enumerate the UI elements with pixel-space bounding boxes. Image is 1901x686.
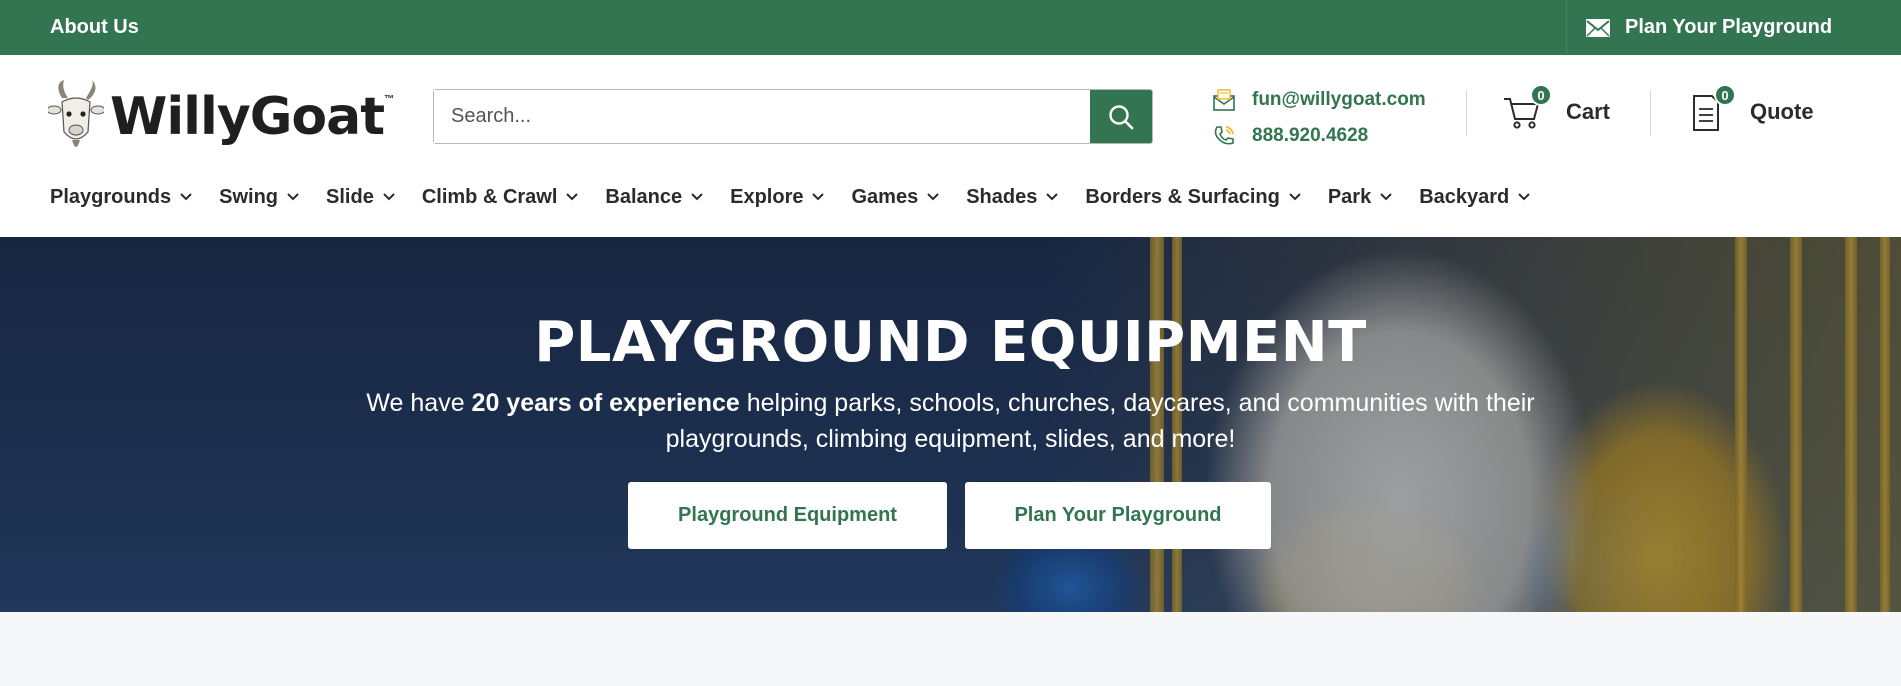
chevron-down-icon: [1518, 193, 1530, 201]
plan-your-playground-link[interactable]: Plan Your Playground: [1566, 0, 1901, 55]
email-contact[interactable]: fun@willygoat.com: [1212, 82, 1426, 118]
logo-trademark: ™: [384, 93, 395, 105]
header-divider: [1650, 90, 1651, 136]
chevron-down-icon: [927, 193, 939, 201]
plan-your-playground-button[interactable]: Plan Your Playground: [965, 482, 1271, 549]
chevron-down-icon: [287, 193, 299, 201]
nav-item-label: Playgrounds: [50, 185, 172, 208]
nav-item-label: Park: [1327, 185, 1372, 208]
phone-icon: [1214, 126, 1234, 145]
goat-mascot-icon: [48, 80, 104, 147]
hero-title: PLAYGROUND EQUIPMENT: [534, 310, 1367, 375]
nav-item-park[interactable]: Park: [1328, 184, 1392, 210]
search-button[interactable]: [1090, 90, 1152, 143]
quote-label: Quote: [1750, 99, 1814, 124]
hero-banner: PLAYGROUND EQUIPMENT We have 20 years of…: [0, 237, 1901, 612]
nav-item-label: Slide: [326, 185, 374, 208]
about-us-link[interactable]: About Us: [50, 16, 139, 39]
quote-icon-wrap: 0: [1686, 84, 1736, 132]
nav-item-label: Explore: [730, 185, 804, 208]
nav-item-climb-crawl[interactable]: Climb & Crawl: [422, 184, 579, 210]
chevron-down-icon: [1046, 193, 1059, 201]
phone-number: 888.920.4628: [1252, 125, 1369, 146]
hero-description: We have 20 years of experience helping p…: [360, 385, 1541, 457]
content-area: [0, 612, 1901, 686]
hero-text-pre: We have: [366, 389, 472, 417]
chevron-down-icon: [1380, 193, 1392, 201]
quote-count-badge: 0: [1714, 84, 1736, 106]
nav-item-label: Shades: [966, 185, 1038, 208]
chevron-down-icon: [383, 193, 395, 201]
hero-text-bold: 20 years of experience: [471, 389, 740, 417]
search-bar: [433, 89, 1153, 144]
chevron-down-icon: [180, 193, 192, 201]
willygoat-logo[interactable]: WillyGoat ™: [48, 80, 394, 154]
nav-item-explore[interactable]: Explore: [730, 184, 825, 210]
nav-item-label: Balance: [605, 185, 683, 208]
phone-contact[interactable]: 888.920.4628: [1212, 118, 1426, 154]
chevron-down-icon: [566, 193, 579, 201]
main-nav: Playgrounds Swing Slide Climb & Crawl Ba…: [50, 184, 1557, 210]
chevron-down-icon: [691, 193, 703, 201]
cart-icon-wrap: 0: [1502, 84, 1552, 132]
nav-item-playgrounds[interactable]: Playgrounds: [50, 184, 192, 210]
email-address: fun@willygoat.com: [1252, 89, 1426, 110]
nav-item-balance[interactable]: Balance: [605, 184, 703, 210]
chevron-down-icon: [1289, 193, 1301, 201]
nav-item-label: Backyard: [1419, 185, 1510, 208]
nav-item-shades[interactable]: Shades: [966, 184, 1059, 210]
mail-icon: [1586, 18, 1610, 37]
nav-item-slide[interactable]: Slide: [326, 184, 395, 210]
logo-wordmark: WillyGoat: [110, 87, 385, 147]
nav-item-label: Borders & Surfacing: [1085, 185, 1280, 208]
playground-equipment-button[interactable]: Playground Equipment: [628, 482, 947, 549]
chevron-down-icon: [812, 193, 825, 201]
nav-item-label: Swing: [219, 185, 279, 208]
nav-item-backyard[interactable]: Backyard: [1419, 184, 1530, 210]
plan-your-playground-label: Plan Your Playground: [1625, 16, 1833, 38]
nav-item-borders-surfacing[interactable]: Borders & Surfacing: [1085, 184, 1301, 210]
hero-text-post: helping parks, schools, churches, daycar…: [665, 389, 1535, 453]
top-bar: About Us Plan Your Playground: [0, 0, 1901, 55]
nav-item-games[interactable]: Games: [851, 184, 939, 210]
search-icon: [1109, 104, 1134, 129]
nav-item-swing[interactable]: Swing: [219, 184, 299, 210]
quote-button[interactable]: 0 Quote: [1686, 84, 1814, 132]
nav-item-label: Games: [851, 185, 919, 208]
cart-button[interactable]: 0 Cart: [1502, 84, 1611, 132]
nav-item-label: Climb & Crawl: [421, 185, 558, 208]
email-icon: [1213, 89, 1235, 111]
cart-label: Cart: [1566, 99, 1611, 124]
search-input[interactable]: [434, 90, 1090, 143]
contact-info: fun@willygoat.com 888.920.4628: [1212, 82, 1426, 154]
header-divider: [1466, 90, 1467, 136]
cart-count-badge: 0: [1530, 84, 1552, 106]
